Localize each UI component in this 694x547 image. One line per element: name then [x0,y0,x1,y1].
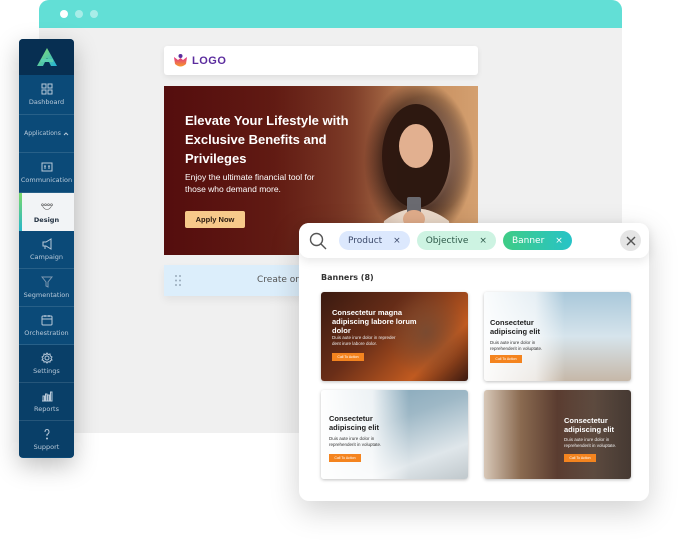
email-logo-block[interactable]: LOGO [164,46,478,75]
window-dot[interactable] [90,10,98,18]
search-icon [309,232,327,249]
sidebar-item-support[interactable]: Support [19,421,74,457]
close-icon [626,236,635,245]
filter-chip-banner[interactable]: Banner × [502,231,572,250]
card-title: Consectetur magna adipiscing labore loru… [332,308,417,335]
card-subtitle: Duis aute irure dolor in reprehenderit i… [329,436,382,447]
sidebar-item-label: Reports [34,405,59,413]
bar-chart-icon [41,391,52,402]
sidebar-item-label: Dashboard [28,98,65,106]
sidebar-item-label: Support [33,442,60,451]
funnel-icon [40,276,53,288]
window-titlebar [39,0,622,28]
chip-remove-icon[interactable]: × [479,236,487,246]
sidebar-item-orchestration[interactable]: Orchestration [19,307,74,345]
sidebar-item-label: Orchestration [24,329,69,337]
card-title: Consectetur adipiscing elit [329,414,380,432]
logo-text: LOGO [192,54,227,67]
search-bar[interactable]: Product × Objective × Banner × [299,223,649,258]
sidebar-item-label: Design [33,215,60,224]
design-nodes-icon [40,202,53,210]
results-title: Banners (8) [321,273,374,282]
sidebar-item-segmentation[interactable]: Segmentation [19,269,74,307]
window-dot-active[interactable] [60,10,68,18]
banner-card[interactable]: Consectetur adipiscing elit Duis aute ir… [484,292,631,381]
chip-label: Product [348,235,383,246]
clear-search-button[interactable] [620,230,641,251]
card-subtitle: Duis aute irure dolor in reprehenderit i… [490,340,543,351]
sidebar-item-label: Applications [24,130,61,137]
create-block-text: Create or [257,275,299,285]
sidebar-item-label: Campaign [29,253,63,261]
card-cta-button[interactable]: Call To Action [564,454,596,462]
gear-icon [40,352,53,364]
megaphone-icon [42,238,51,250]
message-template-icon [41,162,52,172]
sidebar-item-settings[interactable]: Settings [19,345,74,383]
sidebar-item-reports[interactable]: Reports [19,383,74,421]
banner-search-panel: Product × Objective × Banner × Banners (… [299,223,649,501]
sidebar-item-design[interactable]: Design [19,193,74,231]
filter-chip-objective[interactable]: Objective × [416,231,496,250]
sidebar: Dashboard Applications Communication Des… [19,39,74,458]
banner-card[interactable]: Consectetur adipiscing elit Duis aute ir… [484,390,631,479]
card-subtitle: Duis aute irure dolor in reprehenderit i… [564,437,617,448]
sidebar-item-label: Settings [33,367,60,375]
filter-chip-product[interactable]: Product × [339,231,410,250]
window-dot[interactable] [75,10,83,18]
chip-label: Banner [511,235,545,246]
calendar-icon [41,315,52,326]
card-cta-button[interactable]: Call To Action [329,454,361,462]
brand-a-logo-icon [36,48,57,66]
card-subtitle: Duis aute irure dolor in repreder dent i… [332,335,396,346]
chip-label: Objective [425,235,469,246]
sidebar-item-label: Segmentation [23,291,70,299]
card-cta-button[interactable]: Call To Action [490,355,522,363]
card-title: Consectetur adipiscing elit [490,318,541,336]
sidebar-item-applications[interactable]: Applications [19,115,74,153]
banner-card[interactable]: Consectetur adipiscing elit Duis aute ir… [321,390,468,479]
hero-subtitle: Enjoy the ultimate financial tool for th… [185,172,315,194]
question-icon [44,428,50,439]
drag-handle-icon[interactable] [175,275,181,286]
chip-remove-icon[interactable]: × [393,236,401,246]
grid-icon [41,83,52,95]
card-title: Consectetur adipiscing elit [564,416,615,434]
sidebar-item-dashboard[interactable]: Dashboard [19,75,74,115]
sidebar-item-communication[interactable]: Communication [19,153,74,193]
card-cta-button[interactable]: Call To Action [332,353,364,361]
banner-card[interactable]: Consectetur magna adipiscing labore loru… [321,292,468,381]
sidebar-logo[interactable] [19,39,74,75]
chevron-up-icon [63,131,69,135]
tulip-logo-icon [174,53,187,66]
sidebar-item-label: Communication [20,176,73,184]
sidebar-item-campaign[interactable]: Campaign [19,231,74,269]
apply-now-button[interactable]: Apply Now [185,211,245,228]
chip-remove-icon[interactable]: × [555,236,563,246]
hero-title: Elevate Your Lifestyle with Exclusive Be… [185,113,349,166]
